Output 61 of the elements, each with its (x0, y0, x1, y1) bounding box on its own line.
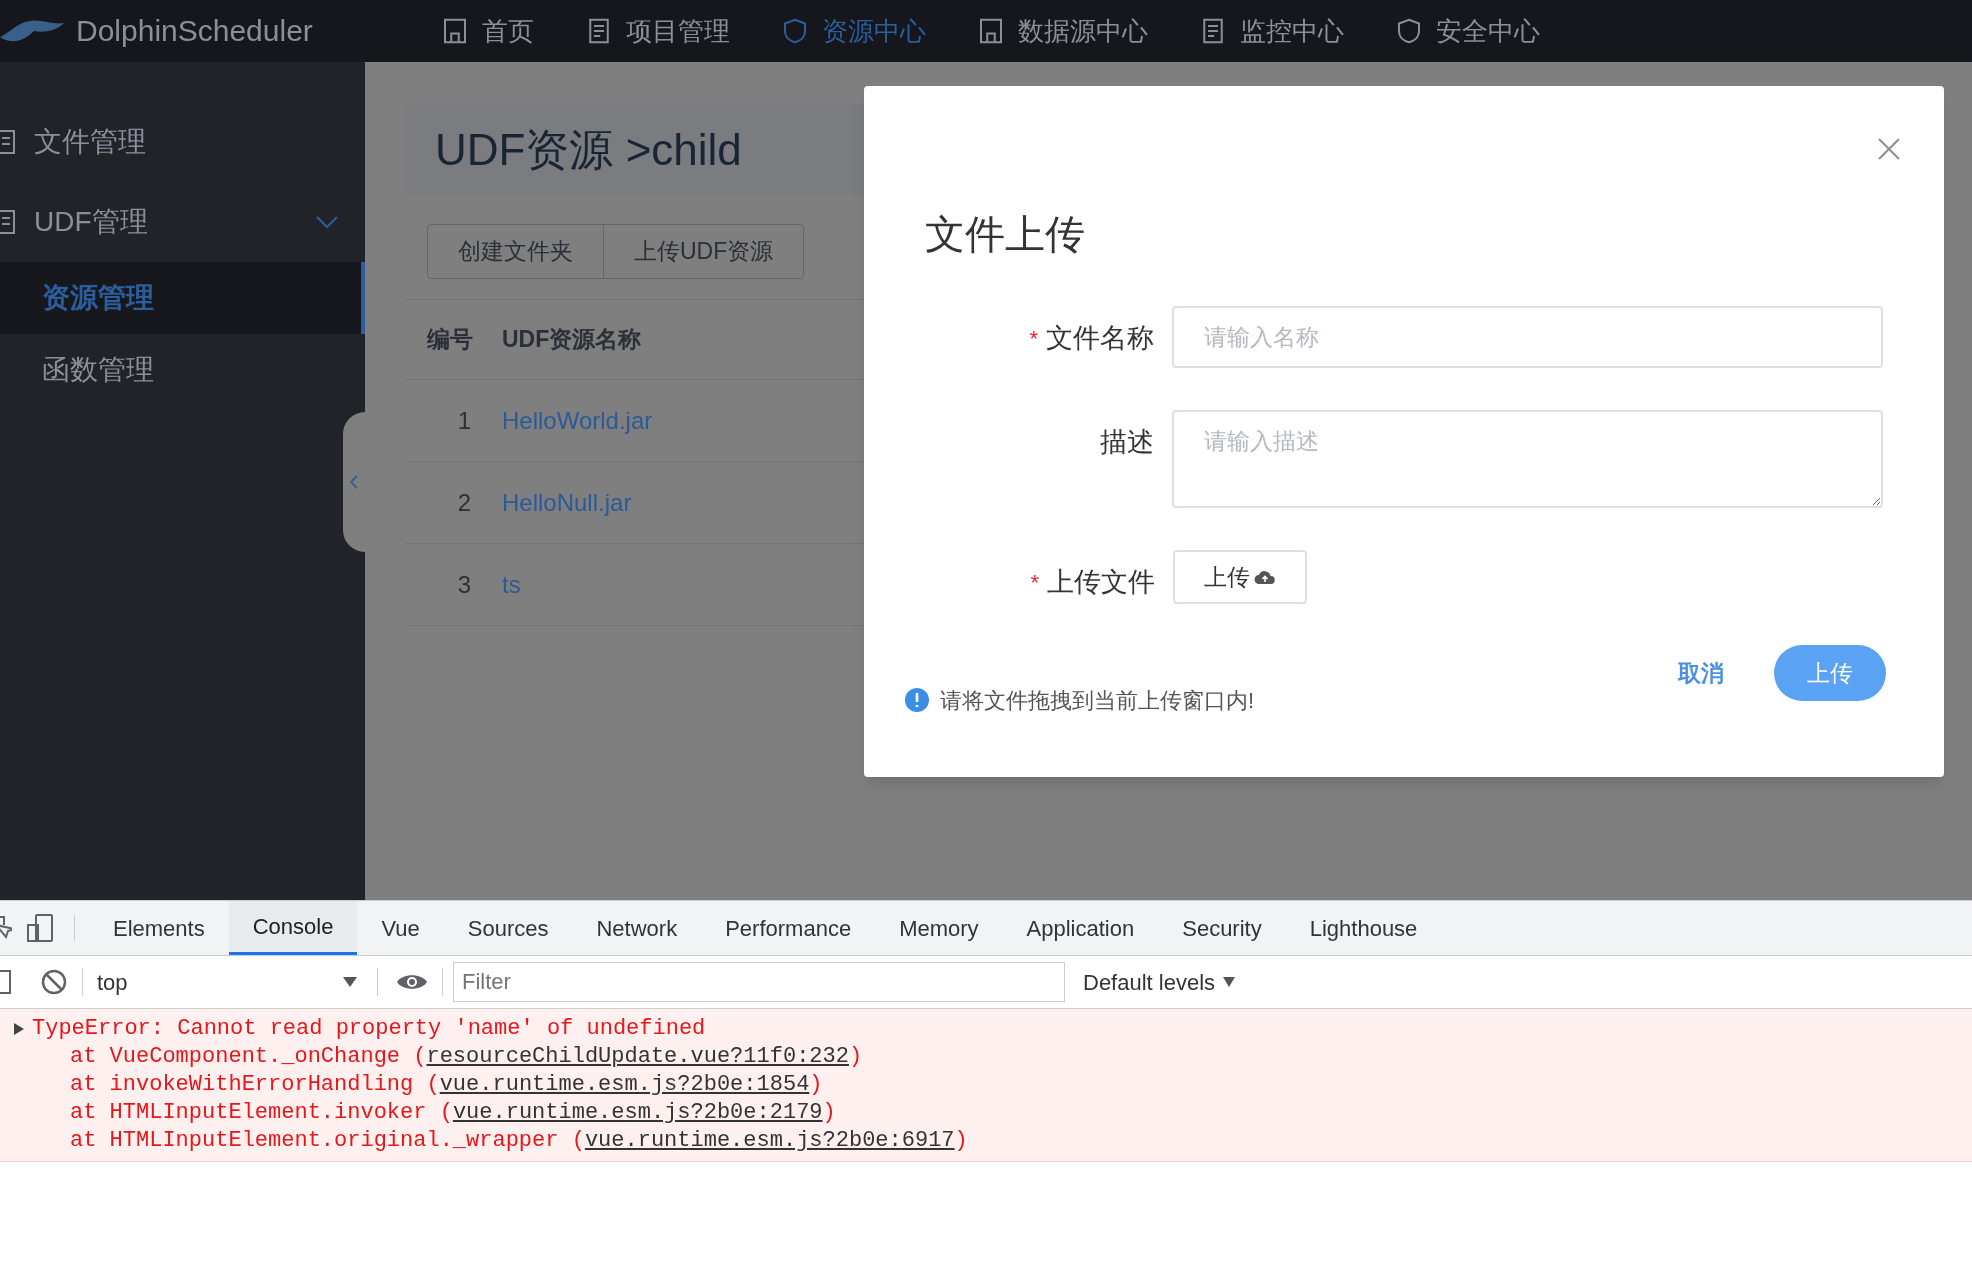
devtools-tab[interactable]: Security (1158, 901, 1286, 955)
nav-tab[interactable]: 监控中心 (1198, 0, 1344, 62)
field-label: 文件名称 (1045, 322, 1154, 355)
devtools-tab[interactable]: Network (572, 901, 702, 955)
devtools-tab[interactable]: Console (228, 901, 358, 955)
source-link[interactable]: resourceChildUpdate.vue?11f0:232 (426, 1044, 849, 1069)
devtools-tab[interactable]: Lighthouse (1285, 901, 1442, 955)
stack-trace-line: at VueComponent._onChange (resourceChildUpdate.vue?11f0:232) (69, 1043, 863, 1071)
column-header: 编号 (426, 325, 474, 355)
source-link[interactable]: vue.runtime.esm.js?2b0e:2179 (452, 1100, 823, 1125)
devtools-tab[interactable]: Elements (89, 901, 229, 955)
table-cell-text: 3 (456, 569, 473, 600)
description-input[interactable]: 请输入描述 (1171, 410, 1883, 508)
document-icon (0, 129, 18, 155)
error-text: TypeError: Cannot read property 'name' of undefined (32, 1015, 706, 1043)
table-cell-text: 1 (456, 405, 473, 436)
cloud-upload-icon (1254, 569, 1276, 585)
nav-tab[interactable]: 数据源中心 (976, 0, 1148, 62)
nav-tab[interactable]: 项目管理 (584, 0, 730, 62)
required-mark: * (1030, 568, 1039, 597)
device-toolbar-icon[interactable] (26, 913, 56, 943)
logo-text: DolphinScheduler (76, 16, 313, 46)
dropdown-arrow-icon (343, 977, 357, 987)
page-title: UDF资源 >child (435, 124, 742, 176)
stack-trace-line: at HTMLInputElement.invoker (vue.runtime.esm.js?2b0e:2179) (69, 1099, 836, 1127)
collapse-handle[interactable] (343, 412, 365, 552)
nav-tab[interactable]: 首页 (440, 0, 534, 62)
dialog-title: 文件上传 (925, 214, 1086, 254)
field-label: 描述 (1099, 426, 1154, 459)
devtools-tab[interactable]: Sources (443, 901, 573, 955)
logo-icon (0, 18, 64, 44)
sidebar-item[interactable]: 文件管理 (0, 102, 365, 182)
source-link[interactable]: vue.runtime.esm.js?2b0e:6917 (584, 1128, 955, 1153)
devtools-tab[interactable]: Vue (357, 901, 444, 955)
field-label: 上传文件 (1047, 566, 1155, 599)
filter-field[interactable]: Filter (453, 962, 1065, 1002)
clear-console-icon[interactable] (40, 968, 68, 996)
info-icon (904, 687, 930, 713)
dropdown-arrow-icon (1223, 977, 1236, 987)
name-input[interactable]: 请输入名称 (1171, 306, 1883, 368)
context-selector[interactable]: top (97, 965, 357, 999)
upload-file-button[interactable]: 上传 (1173, 550, 1307, 604)
drag-hint: 请将文件拖拽到当前上传窗口内! (940, 687, 1256, 715)
devtools-tab[interactable]: Memory (875, 901, 1003, 955)
required-mark: * (1029, 324, 1038, 353)
sidebar-toggle-icon[interactable] (0, 969, 12, 995)
source-link[interactable]: vue.runtime.esm.js?2b0e:1854 (439, 1072, 810, 1097)
table-cell-text: 2 (456, 487, 473, 518)
devtools-tab[interactable]: Application (1002, 901, 1159, 955)
sidebar-subitem[interactable]: 函数管理 (0, 334, 365, 406)
stack-trace-line: at invokeWithErrorHandling (vue.runtime.esm.js?2b0e:1854) (69, 1071, 823, 1099)
sidebar-item[interactable]: UDF管理 (0, 182, 365, 262)
expand-triangle-icon[interactable] (14, 1023, 24, 1035)
close-icon[interactable] (1878, 138, 1900, 160)
document-icon (0, 209, 18, 235)
chevron-left-icon (349, 474, 359, 490)
log-levels-dropdown[interactable]: Default levels (1083, 965, 1236, 999)
nav-tab[interactable]: 安全中心 (1394, 0, 1540, 62)
devtools-tab[interactable]: Performance (701, 901, 876, 955)
stack-trace-line: at HTMLInputElement.original._wrapper (vue.runtime.esm.js?2b0e:6917) (69, 1127, 968, 1155)
column-header: UDF资源名称 (502, 325, 643, 355)
